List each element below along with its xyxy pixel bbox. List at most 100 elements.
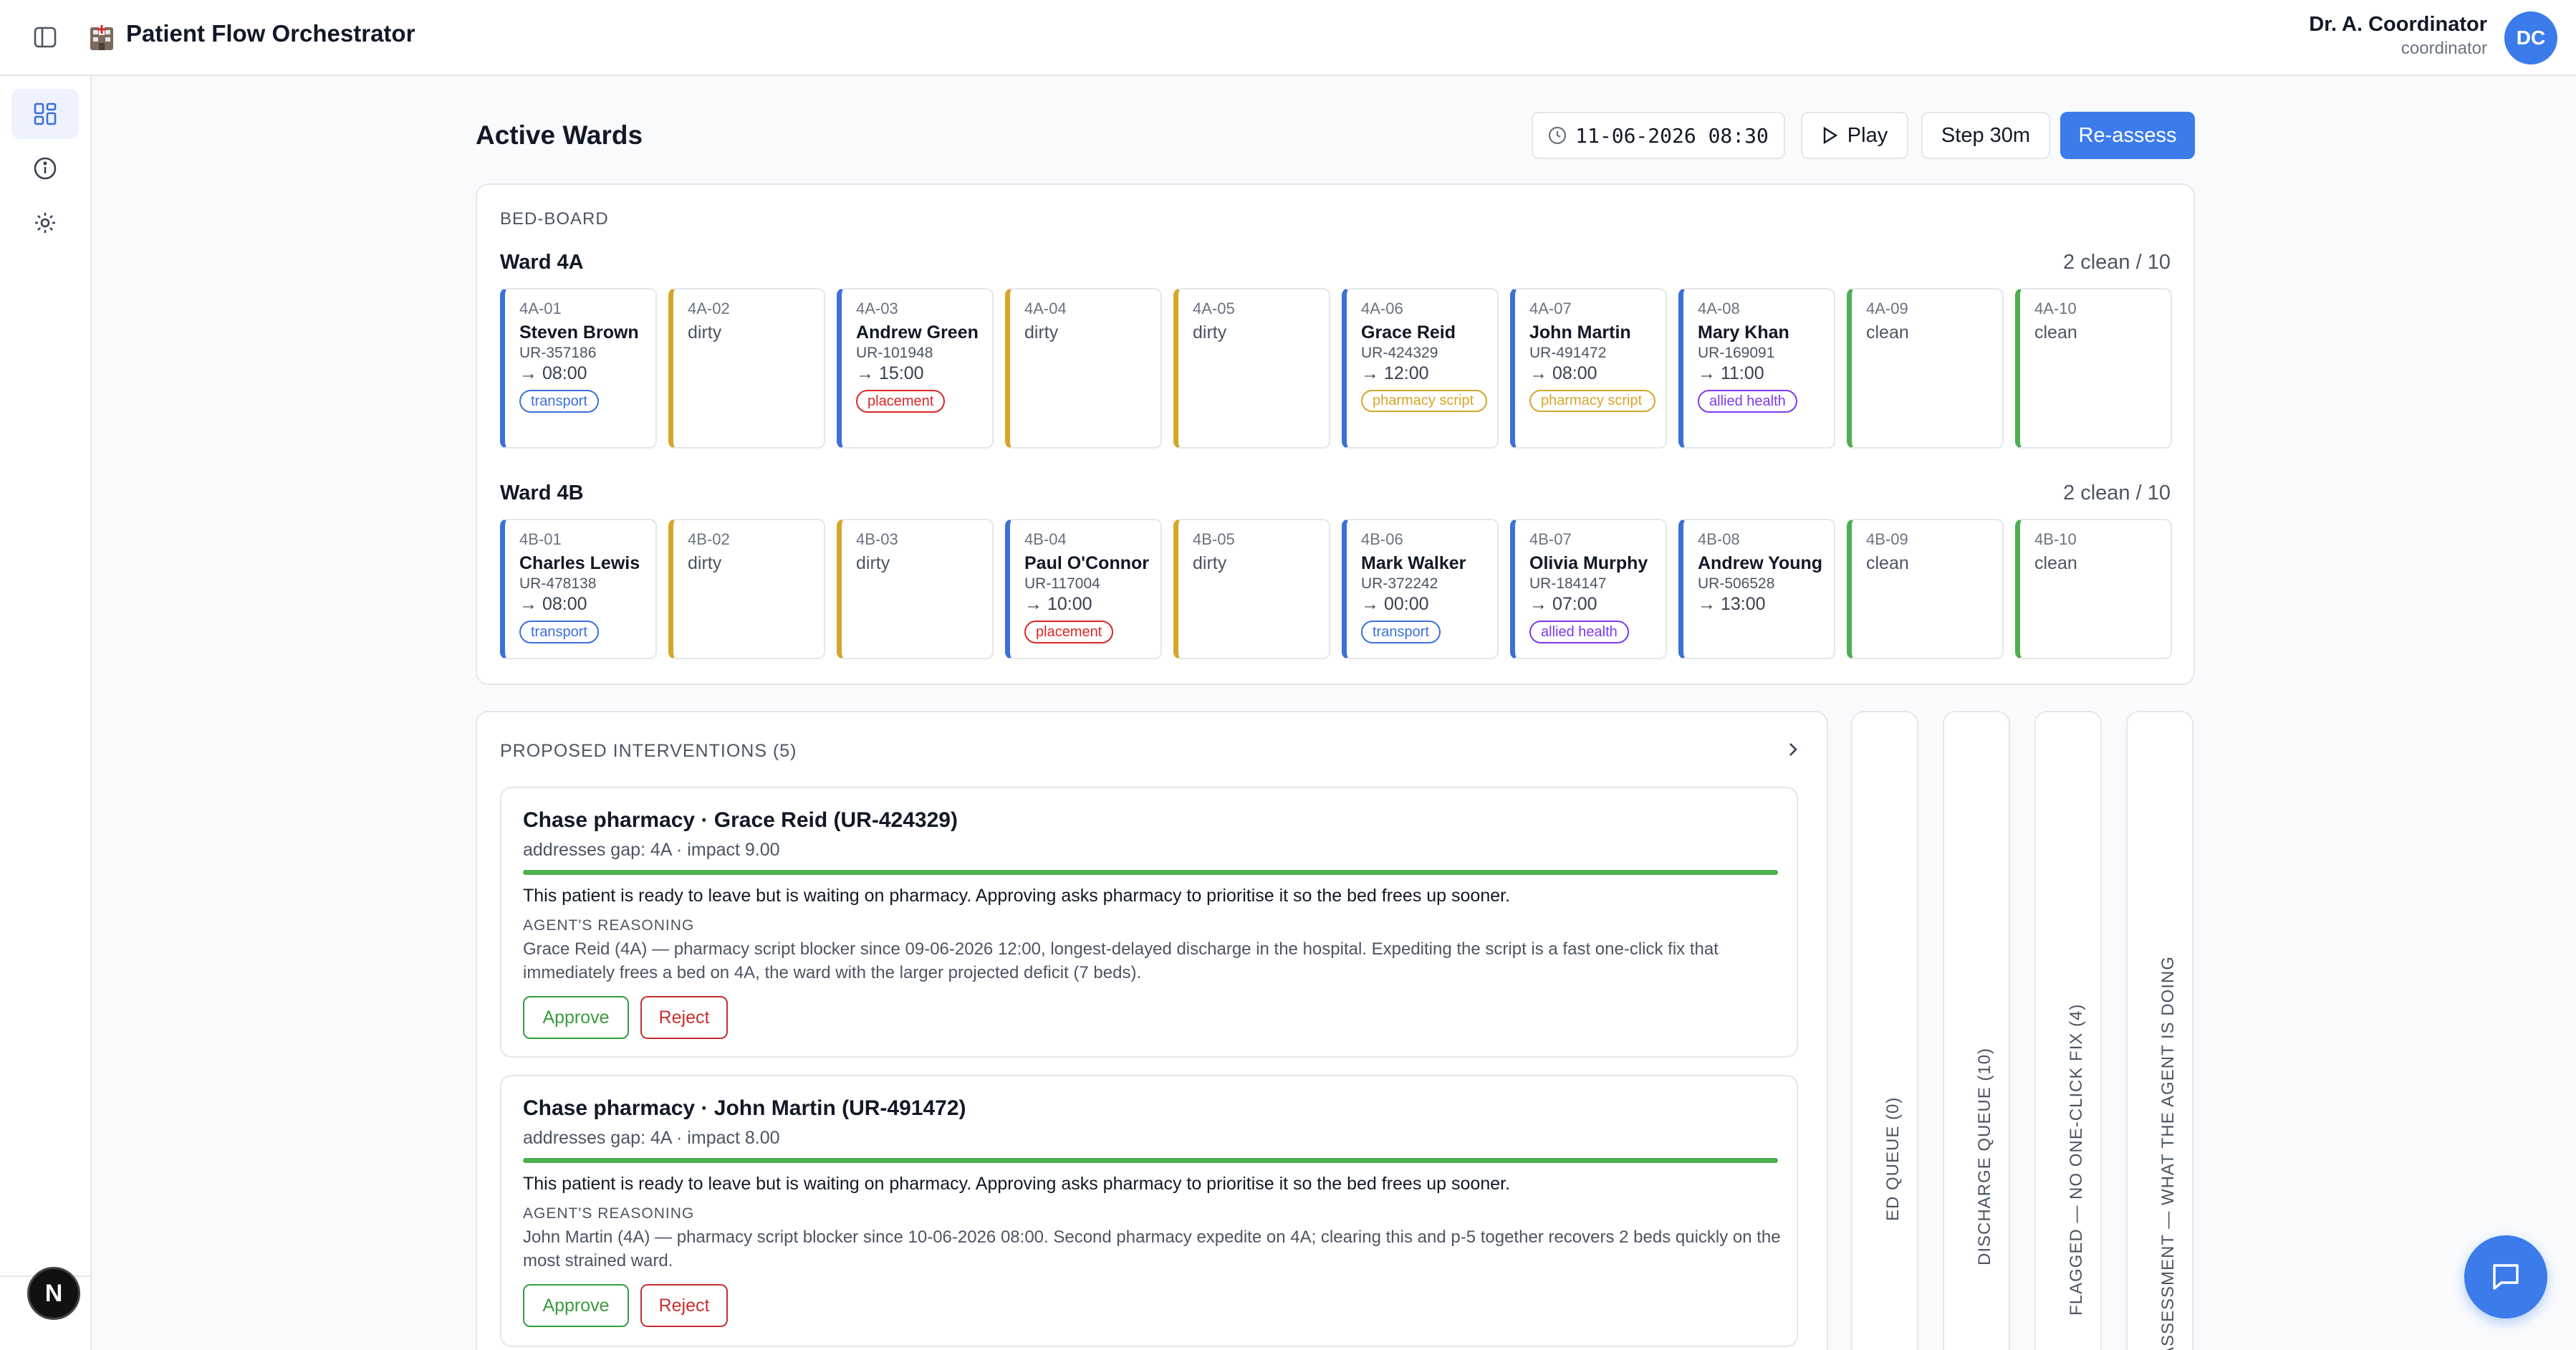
sidebar-item-dashboard[interactable] bbox=[11, 89, 79, 139]
bed-status: dirty bbox=[1193, 322, 1227, 343]
bed-tile[interactable]: 4A-05 dirty bbox=[1173, 288, 1330, 449]
sidebar bbox=[0, 76, 92, 1350]
top-bar: Patient Flow Orchestrator Dr. A. Coordin… bbox=[0, 0, 2576, 76]
user-role: coordinator bbox=[2400, 39, 2487, 58]
sidebar-item-info[interactable] bbox=[11, 143, 79, 193]
blocker-tag: pharmacy script bbox=[1361, 390, 1487, 412]
user-name: Dr. A. Coordinator bbox=[2309, 13, 2487, 36]
bed-id: 4A-07 bbox=[1529, 300, 1572, 317]
intervention-description: This patient is ready to leave but is wa… bbox=[523, 886, 1511, 906]
patient-ur: UR-424329 bbox=[1361, 345, 1438, 361]
patient-ur: UR-357186 bbox=[519, 345, 597, 361]
avatar[interactable]: DC bbox=[2504, 11, 2557, 64]
bed-status: dirty bbox=[856, 553, 890, 573]
discharge-queue-panel[interactable]: DISCHARGE QUEUE (10) bbox=[1943, 711, 2010, 1350]
ed-queue-panel[interactable]: ED QUEUE (0) bbox=[1851, 711, 1918, 1350]
reassess-button[interactable]: Re-assess bbox=[2060, 112, 2195, 159]
patient-ur: UR-372242 bbox=[1361, 575, 1438, 592]
patient-name: Olivia Murphy bbox=[1529, 553, 1648, 573]
bed-status: dirty bbox=[1024, 322, 1059, 343]
patient-ur: UR-478138 bbox=[519, 575, 597, 592]
clock-icon bbox=[1549, 126, 1567, 145]
bed-tile[interactable]: 4A-08 Mary Khan UR-169091 → 11:00 allied hea… bbox=[1678, 288, 1835, 449]
intervention-meta: addresses gap: 4A · impact 8.00 bbox=[523, 1128, 780, 1148]
bed-tile[interactable]: 4B-03 dirty bbox=[837, 519, 994, 659]
bed-tile[interactable]: 4A-10 clean bbox=[2015, 288, 2172, 449]
bed-id: 4A-09 bbox=[1866, 300, 1908, 317]
assessment-panel[interactable]: ASSESSMENT — WHAT THE AGENT IS DOING bbox=[2126, 711, 2193, 1350]
bed-status: dirty bbox=[1193, 553, 1227, 573]
hospital-logo-icon bbox=[86, 21, 117, 53]
patient-ur: UR-506528 bbox=[1698, 575, 1775, 592]
reject-button[interactable]: Reject bbox=[640, 996, 728, 1039]
bed-tile[interactable]: 4A-09 clean bbox=[1847, 288, 2004, 449]
bed-status: dirty bbox=[688, 553, 722, 573]
bed-id: 4A-05 bbox=[1193, 300, 1235, 317]
bed-status: clean bbox=[1866, 322, 1909, 343]
blocker-tag: pharmacy script bbox=[1529, 390, 1655, 412]
patient-name: Andrew Young bbox=[1698, 553, 1823, 573]
bed-id: 4B-10 bbox=[2034, 530, 2077, 548]
intervention-title: Chase pharmacy · Grace Reid (UR-424329) bbox=[523, 808, 958, 832]
bed-status: clean bbox=[2034, 553, 2077, 573]
bed-tile[interactable]: 4B-02 dirty bbox=[668, 519, 825, 659]
blocker-tag: transport bbox=[519, 390, 599, 413]
sidebar-item-settings[interactable] bbox=[11, 198, 79, 248]
patient-name: Steven Brown bbox=[519, 322, 639, 343]
bed-status: clean bbox=[1866, 553, 1909, 573]
flagged-panel[interactable]: FLAGGED — NO ONE-CLICK FIX (4) bbox=[2034, 711, 2102, 1350]
patient-name: Paul O'Connor bbox=[1024, 553, 1149, 573]
bed-id: 4B-08 bbox=[1698, 530, 1740, 548]
play-button[interactable]: Play bbox=[1801, 112, 1908, 159]
bed-tile[interactable]: 4B-08 Andrew Young UR-506528 → 13:00 bbox=[1678, 519, 1835, 659]
bed-tile[interactable]: 4A-02 dirty bbox=[668, 288, 825, 449]
bed-id: 4B-05 bbox=[1193, 530, 1235, 548]
patient-ur: UR-169091 bbox=[1698, 345, 1775, 361]
intervention-reasoning: Grace Reid (4A) — pharmacy script blocke… bbox=[523, 939, 1719, 982]
datetime-value: 11-06-2026 08:30 bbox=[1575, 123, 1769, 148]
datetime-display[interactable]: 11-06-2026 08:30 bbox=[1532, 112, 1785, 159]
intervention-card: Chase pharmacy · Grace Reid (UR-424329) … bbox=[500, 787, 1798, 1058]
bed-tile[interactable]: 4B-01 Charles Lewis UR-478138 → 08:00 transp… bbox=[500, 519, 657, 659]
bed-tile[interactable]: 4B-09 clean bbox=[1847, 519, 2004, 659]
panel-label: ASSESSMENT — WHAT THE AGENT IS DOING bbox=[2158, 956, 2178, 1350]
chat-button[interactable] bbox=[2464, 1235, 2547, 1318]
bed-tile[interactable]: 4B-04 Paul O'Connor UR-117004 → 10:00 placem… bbox=[1005, 519, 1162, 659]
bed-tile[interactable]: 4A-04 dirty bbox=[1005, 288, 1162, 449]
bed-id: 4B-04 bbox=[1024, 530, 1067, 548]
bed-tile[interactable]: 4A-06 Grace Reid UR-424329 → 12:00 pharmacy … bbox=[1342, 288, 1499, 449]
app-title: Patient Flow Orchestrator bbox=[126, 20, 415, 47]
reject-button[interactable]: Reject bbox=[640, 1284, 728, 1327]
bed-board-card: BED-BOARD Ward 4A 2 clean / 10 4A-01 Stev… bbox=[476, 183, 2195, 685]
discharge-time: → 12:00 bbox=[1361, 363, 1429, 383]
chevron-right-icon[interactable] bbox=[1785, 739, 1801, 763]
bed-id: 4A-02 bbox=[688, 300, 730, 317]
bed-tile[interactable]: 4B-06 Mark Walker UR-372242 → 00:00 transpor… bbox=[1342, 519, 1499, 659]
intervention-card: Chase pharmacy · John Martin (UR-491472)… bbox=[500, 1075, 1798, 1347]
approve-button[interactable]: Approve bbox=[523, 1284, 629, 1327]
panel-label: ED QUEUE (0) bbox=[1883, 1096, 1903, 1221]
discharge-time: → 10:00 bbox=[1024, 594, 1092, 614]
bed-tile[interactable]: 4A-01 Steven Brown UR-357186 → 08:00 transpo… bbox=[500, 288, 657, 449]
ward-name: Ward 4A bbox=[500, 251, 584, 274]
n-logo-icon[interactable]: N bbox=[27, 1267, 80, 1320]
bed-tile[interactable]: 4B-07 Olivia Murphy UR-184147 → 07:00 allied… bbox=[1510, 519, 1667, 659]
info-icon bbox=[34, 157, 57, 180]
bed-tile[interactable]: 4B-10 clean bbox=[2015, 519, 2172, 659]
bed-tile[interactable]: 4B-05 dirty bbox=[1173, 519, 1330, 659]
step-button-label: Step 30m bbox=[1941, 123, 2031, 147]
bed-tile[interactable]: 4A-03 Andrew Green UR-101948 → 15:00 placeme… bbox=[837, 288, 994, 449]
bed-status: dirty bbox=[688, 322, 722, 343]
blocker-tag: placement bbox=[1024, 621, 1114, 643]
blocker-tag: allied health bbox=[1529, 621, 1629, 643]
blocker-tag: transport bbox=[519, 621, 599, 643]
play-button-label: Play bbox=[1847, 123, 1888, 147]
approve-button[interactable]: Approve bbox=[523, 996, 629, 1039]
sidebar-toggle-icon[interactable] bbox=[29, 22, 62, 52]
discharge-time: → 11:00 bbox=[1698, 363, 1764, 383]
discharge-time: → 08:00 bbox=[519, 363, 587, 383]
panel-label: DISCHARGE QUEUE (10) bbox=[1975, 1047, 1994, 1265]
bed-tile[interactable]: 4A-07 John Martin UR-491472 → 08:00 pharmacy… bbox=[1510, 288, 1667, 449]
step-button[interactable]: Step 30m bbox=[1921, 112, 2050, 159]
discharge-time: → 08:00 bbox=[1529, 363, 1597, 383]
